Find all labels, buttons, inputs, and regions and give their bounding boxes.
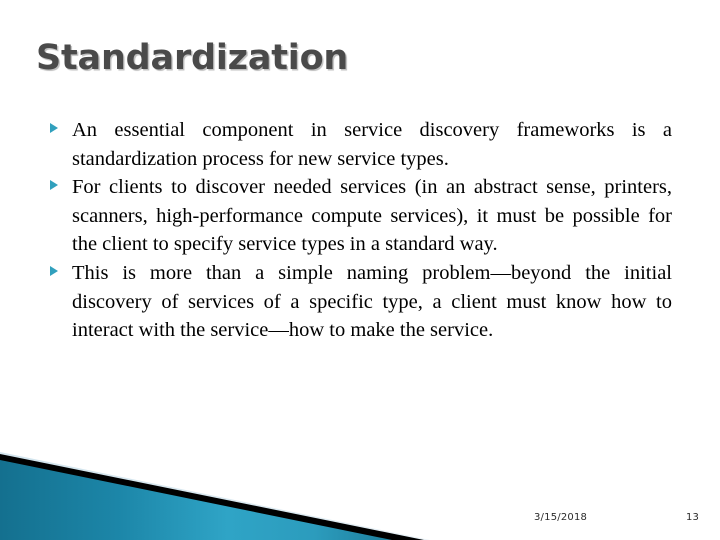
triangle-right-bullet-icon [50, 116, 72, 133]
teal-gradient-wedge [0, 460, 392, 540]
bottom-left-diagonal-banner [0, 452, 430, 540]
list-item-text: An essential component in service discov… [72, 119, 672, 170]
slide: Standardization An essential component i… [0, 0, 720, 540]
footer-page-number: 13 [686, 512, 700, 523]
bullet-list: An essential component in service discov… [50, 116, 672, 345]
list-item-text: This is more than a simple naming proble… [72, 261, 672, 342]
list-item: An essential component in service discov… [50, 116, 672, 173]
list-item: This is more than a simple naming proble… [50, 259, 672, 345]
list-item-text: For clients to discover needed services … [72, 176, 672, 256]
page-title: Standardization [36, 38, 349, 78]
footer-date: 3/15/2018 [534, 512, 588, 523]
list-item: For clients to discover needed services … [50, 173, 672, 259]
triangle-right-bullet-icon [50, 259, 72, 276]
pale-blue-wedge [0, 452, 430, 540]
black-diagonal-stripe [0, 454, 424, 540]
triangle-right-bullet-icon [50, 173, 72, 191]
